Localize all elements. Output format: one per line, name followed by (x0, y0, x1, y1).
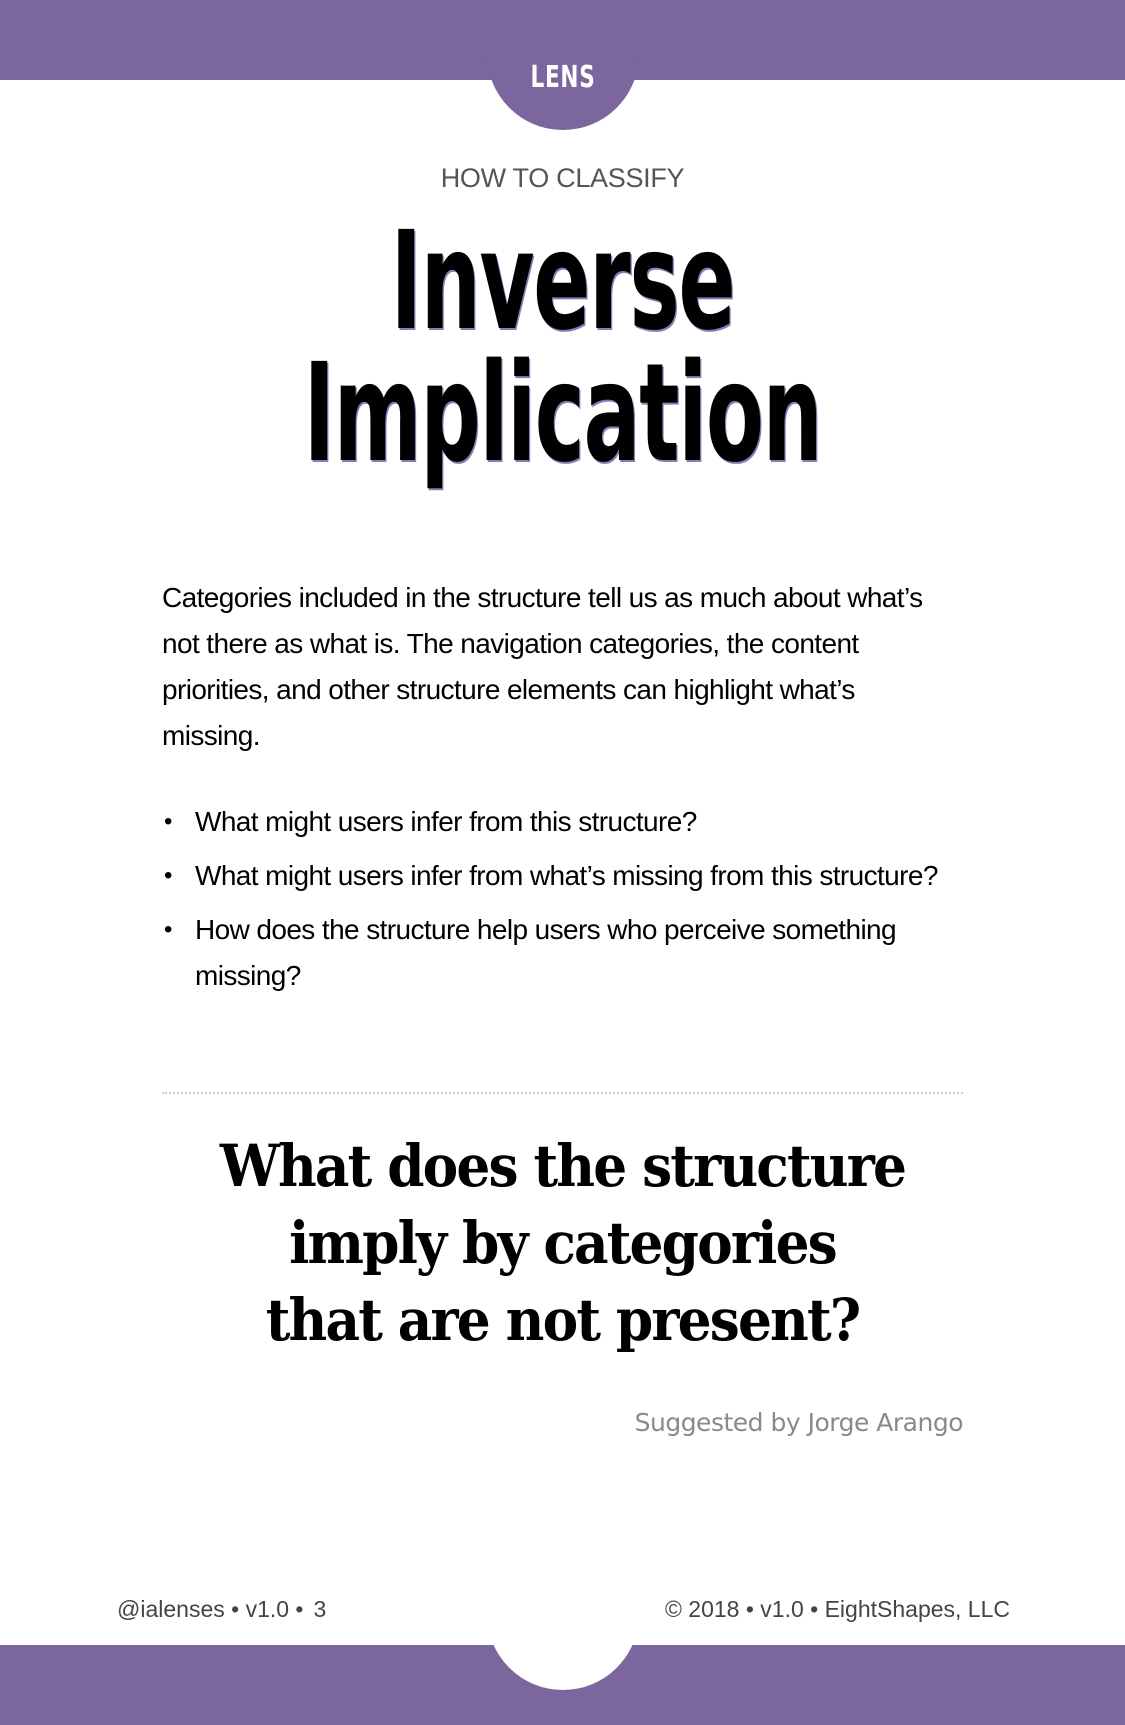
credit: Suggested by Jorge Arango (634, 1408, 964, 1437)
footer-left: @ialenses • v1.0 • 3 (117, 1596, 326, 1623)
question-list: • What might users infer from this struc… (162, 799, 952, 1007)
divider (162, 1092, 963, 1094)
page-number: 3 (313, 1596, 327, 1622)
bullet-icon: • (164, 862, 172, 889)
lens-label: LENS (530, 60, 596, 95)
list-item: • What might users infer from what’s mis… (162, 853, 952, 899)
question-text: What might users infer from what’s missi… (195, 860, 938, 891)
footer-copyright: © 2018 • v1.0 • EightShapes, LLC (664, 1596, 1010, 1622)
question-text: How does the structure help users who pe… (195, 914, 897, 991)
card-title: Inverse Implication (0, 203, 1125, 493)
big-question-line: What does the structure (219, 1132, 907, 1200)
question-text: What might users infer from this structu… (195, 806, 697, 837)
footer-handle: @ialenses • v1.0 • (117, 1596, 304, 1622)
bullet-icon: • (164, 916, 172, 943)
list-item: • How does the structure help users who … (162, 907, 952, 999)
big-question: What does the structure imply by categor… (0, 1128, 1125, 1359)
title-line: Implication (303, 335, 823, 493)
big-question-line: imply by categories (289, 1209, 838, 1277)
bottom-notch (487, 1545, 639, 1690)
big-question-line: that are not present? (265, 1286, 861, 1354)
intro-paragraph: Categories included in the structure tel… (162, 582, 923, 751)
list-item: • What might users infer from this struc… (162, 799, 952, 845)
card-kicker: HOW TO CLASSIFY (440, 163, 685, 193)
bullet-icon: • (164, 808, 172, 835)
title-line: Inverse (390, 203, 736, 361)
